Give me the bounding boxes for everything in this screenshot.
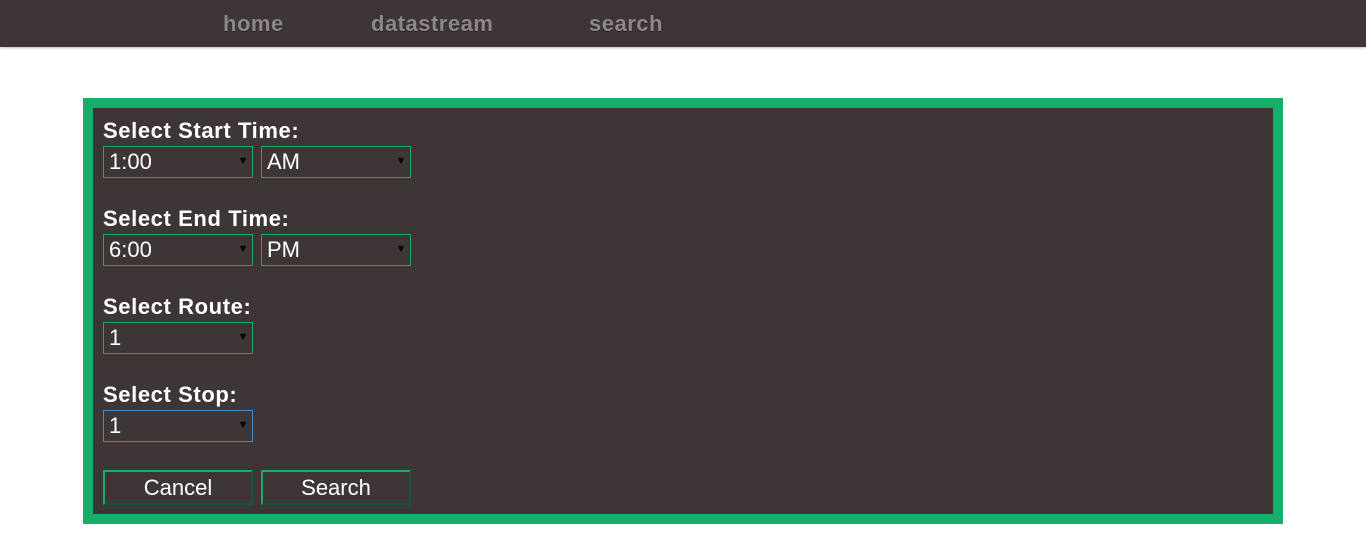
end-time-hour-value: 6:00	[109, 237, 152, 262]
dropdown-arrow-icon	[398, 158, 404, 164]
top-navbar: home datastream search	[0, 0, 1366, 47]
stop-value: 1	[109, 413, 122, 438]
nav-link-search[interactable]: search	[589, 11, 663, 37]
start-time-period-value: AM	[267, 149, 300, 174]
route-value: 1	[109, 325, 122, 350]
nav-link-home[interactable]: home	[223, 11, 284, 37]
dropdown-arrow-icon	[398, 246, 404, 252]
dropdown-arrow-icon	[240, 422, 246, 428]
end-time-period-value: PM	[267, 237, 300, 262]
dropdown-arrow-icon	[240, 334, 246, 340]
route-label: Select Route:	[103, 294, 252, 319]
stop-select[interactable]: 1	[103, 410, 253, 442]
cancel-button[interactable]: Cancel	[103, 470, 253, 505]
nav-link-datastream[interactable]: datastream	[371, 11, 493, 37]
dropdown-arrow-icon	[240, 246, 246, 252]
end-time-period-select[interactable]: PM	[261, 234, 411, 266]
route-select[interactable]: 1	[103, 322, 253, 354]
start-time-hour-select[interactable]: 1:00	[103, 146, 253, 178]
start-time-hour-value: 1:00	[109, 149, 152, 174]
dropdown-arrow-icon	[240, 158, 246, 164]
end-time-hour-select[interactable]: 6:00	[103, 234, 253, 266]
search-form-panel: Select Start Time: 1:00 AM Select End Ti…	[83, 98, 1283, 524]
end-time-label: Select End Time:	[103, 206, 290, 231]
stop-label: Select Stop:	[103, 382, 238, 407]
start-time-label: Select Start Time:	[103, 118, 300, 143]
search-button[interactable]: Search	[261, 470, 411, 505]
start-time-period-select[interactable]: AM	[261, 146, 411, 178]
